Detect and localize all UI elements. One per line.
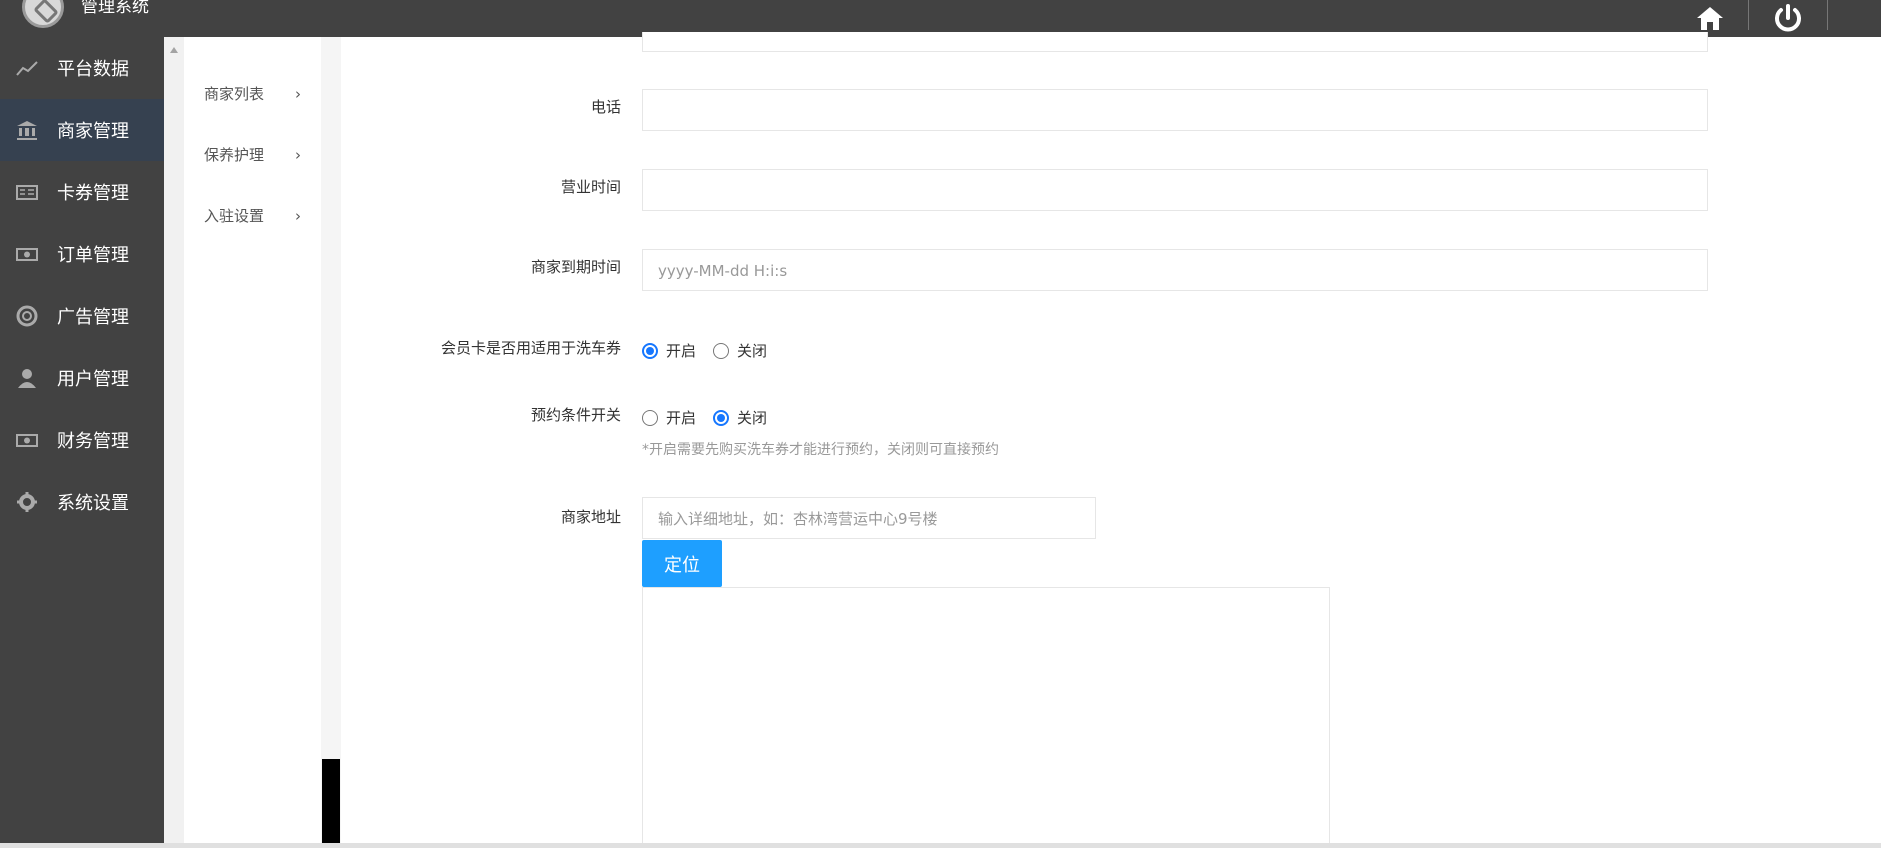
membership-card-off-label[interactable]: 关闭 [737,340,767,361]
power-icon[interactable] [1758,0,1818,37]
money-icon [15,429,39,451]
locate-button[interactable]: 定位 [642,540,722,587]
sidebar-item-label: 商家管理 [57,121,129,142]
booking-condition-off-label[interactable]: 关闭 [737,407,767,428]
merchant-address-input[interactable]: 输入详细地址，如：杏林湾营运中心9号楼 [642,497,1096,539]
membership-card-on-radio[interactable] [642,342,658,359]
business-hours-label: 营业时间 [560,178,621,196]
submenu-item-label: 商家列表 [204,85,265,103]
user-icon [15,367,39,389]
sidebar-item-label: 广告管理 [57,307,129,328]
sidebar-item-platform-data[interactable]: 平台数据 [0,37,164,99]
sidebar-scroll-up-button[interactable] [164,37,184,848]
membership-card-label: 会员卡是否用适用于洗车券 [440,339,621,357]
bank-icon [15,119,39,141]
submenu-scrollbar-thumb[interactable] [322,759,340,843]
app-title: 管理系统 [81,0,149,17]
sidebar-item-merchant-management[interactable]: 商家管理 [0,99,164,161]
expire-time-label: 商家到期时间 [530,258,621,276]
chevron-right-icon: › [295,84,301,103]
booking-condition-on-radio[interactable] [642,409,658,426]
sidebar-item-label: 订单管理 [57,245,129,266]
sidebar-item-coupon-management[interactable]: 卡券管理 [0,161,164,223]
sidebar-item-user-management[interactable]: 用户管理 [0,347,164,409]
gear-icon [15,491,39,513]
membership-card-off-radio[interactable] [713,342,730,359]
top-divider [1748,0,1749,30]
chevron-right-icon: › [295,145,301,164]
submenu-item-onboarding-settings[interactable]: 入驻设置 › [184,185,321,246]
membership-card-on-label[interactable]: 开启 [666,340,696,361]
booking-condition-on-label[interactable]: 开启 [666,407,696,428]
merchant-address-label: 商家地址 [560,508,621,526]
line-chart-icon [15,57,39,79]
map-container[interactable] [642,587,1330,848]
submenu-scrollbar[interactable] [321,37,341,848]
phone-input[interactable] [642,89,1708,131]
sidebar: 平台数据 商家管理 卡券管理 订单管理 广告管理 用户管理 财务管理 系统设置 [0,37,164,848]
submenu-item-label: 保养护理 [204,146,265,164]
expire-time-placeholder: yyyy-MM-dd H:i:s [658,262,788,280]
sidebar-item-finance-management[interactable]: 财务管理 [0,409,164,471]
merchant-address-placeholder: 输入详细地址，如：杏林湾营运中心9号楼 [658,510,938,528]
submenu: 商家列表 › 保养护理 › 入驻设置 › [184,37,321,848]
sidebar-item-label: 系统设置 [57,493,129,514]
sidebar-item-label: 财务管理 [57,431,129,452]
booking-condition-help-text: *开启需要先购买洗车券才能进行预约，关闭则可直接预约 [642,442,999,458]
membership-card-radio-group: 开启 关闭 [642,340,784,361]
business-hours-input[interactable] [642,169,1708,211]
sidebar-item-label: 卡券管理 [57,183,129,204]
card-icon [15,181,39,203]
chevron-right-icon: › [295,206,301,225]
booking-condition-off-radio[interactable] [713,409,730,426]
submenu-item-label: 入驻设置 [204,207,265,225]
phone-label: 电话 [590,98,621,116]
money-icon [15,243,39,265]
sidebar-item-label: 平台数据 [57,59,129,80]
sidebar-item-order-management[interactable]: 订单管理 [0,223,164,285]
submenu-item-maintenance-care[interactable]: 保养护理 › [184,124,321,185]
sidebar-item-system-settings[interactable]: 系统设置 [0,471,164,533]
lifebuoy-icon [15,305,39,327]
booking-condition-label: 预约条件开关 [530,406,621,424]
top-divider [1827,0,1828,30]
bottom-scrollbar[interactable] [0,843,1881,848]
booking-condition-radio-group: 开启 关闭 [642,407,784,428]
previous-input-field[interactable] [642,32,1708,52]
submenu-item-merchant-list[interactable]: 商家列表 › [184,63,321,124]
sidebar-item-ad-management[interactable]: 广告管理 [0,285,164,347]
sidebar-item-label: 用户管理 [57,369,129,390]
logo-icon [22,0,64,28]
expire-time-input[interactable]: yyyy-MM-dd H:i:s [642,249,1708,291]
